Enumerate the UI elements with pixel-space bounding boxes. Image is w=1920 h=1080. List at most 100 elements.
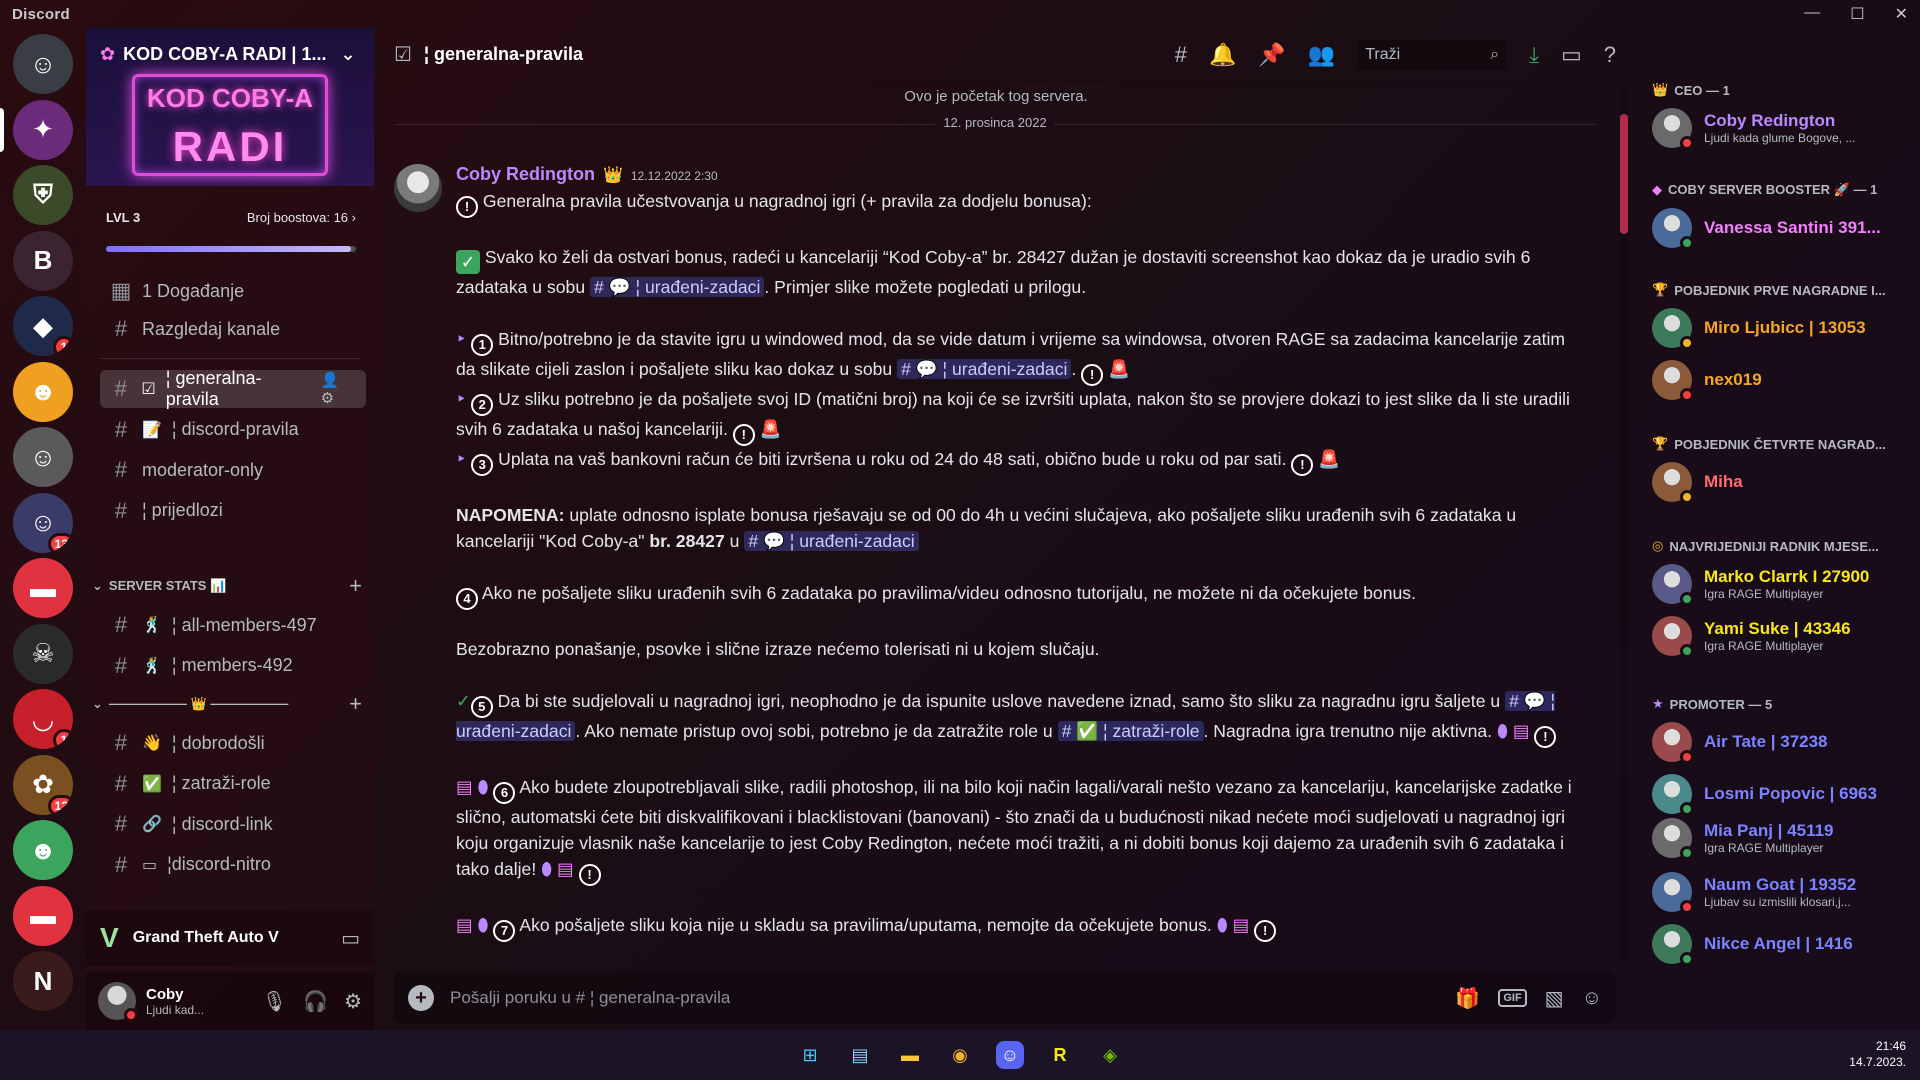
chrome-icon[interactable]: ◉ [946, 1041, 974, 1069]
server-icon[interactable]: ▬ [13, 885, 73, 946]
browse-channels-item[interactable]: # Razgledaj kanale [100, 310, 366, 348]
gif-icon[interactable]: GIF [1498, 989, 1527, 1007]
boost-status[interactable]: LVL 3 Broj boostova: 16 › [106, 210, 356, 225]
member-item[interactable]: Vanessa Santini 391... [1652, 206, 1916, 250]
system-clock[interactable]: 21:46 14.7.2023. [1849, 1038, 1906, 1070]
channel-mention[interactable]: # ✅ ¦ zatraži-role [1057, 721, 1204, 741]
search-input[interactable]: Traži ⌕ [1357, 39, 1508, 70]
crown-icon: 👑 [602, 167, 623, 184]
member-item[interactable]: Losmi Popovic | 6963 [1652, 772, 1916, 816]
deafen-icon[interactable]: 🎧 [303, 989, 328, 1014]
server-icon[interactable]: N [13, 951, 73, 1011]
channel-item[interactable]: # 📝 ¦ discord-pravila [100, 411, 366, 449]
gear-icon[interactable]: ⚙ [344, 989, 362, 1014]
pin-icon[interactable]: 📌 [1258, 42, 1285, 68]
help-icon[interactable]: ? [1604, 42, 1616, 68]
server-icon[interactable]: ☺ [13, 34, 73, 94]
server-icon[interactable]: ☻ [13, 361, 73, 422]
clock-date: 14.7.2023. [1849, 1055, 1906, 1069]
user-info[interactable]: Coby Ljudi kad... [146, 986, 204, 1017]
member-avatar [1652, 360, 1694, 402]
member-item[interactable]: Miha [1652, 460, 1916, 504]
stream-icon[interactable]: ▭ [341, 926, 360, 951]
user-avatar[interactable] [98, 982, 138, 1022]
activity-panel[interactable]: V Grand Theft Auto V ▭ [86, 910, 374, 966]
chevron-down-icon: ⌄ [92, 696, 103, 711]
add-channel-icon[interactable]: + [349, 573, 362, 599]
channel-item[interactable]: # ✅ ¦ zatraži-role [100, 765, 366, 803]
status-indicator [1680, 236, 1694, 250]
channel-mention[interactable]: # 💬 ¦ urađeni-zadaci [590, 277, 765, 297]
server-icon[interactable]: ☻ [13, 820, 73, 880]
channel-mention[interactable]: # 💬 ¦ urađeni-zadaci [897, 359, 1072, 379]
server-banner[interactable]: ✿ KOD COBY-A RADI | 1... ⌄ KOD COBY-A RA… [86, 28, 374, 186]
server-icon[interactable]: ▬ [13, 558, 73, 618]
gift-icon[interactable]: 🎁 [1455, 986, 1480, 1011]
threads-icon[interactable]: # [1175, 42, 1187, 68]
member-avatar [1652, 108, 1694, 150]
member-item[interactable]: Yami Suke | 43346 Igra RAGE Multiplayer [1652, 614, 1916, 658]
member-item[interactable]: Nikce Angel | 1416 [1652, 922, 1916, 966]
discord-taskbar-icon[interactable]: ☺ [996, 1041, 1024, 1069]
server-icon[interactable]: ☠ [13, 623, 73, 684]
notepad-icon[interactable]: ▤ [846, 1041, 874, 1069]
server-icon[interactable]: ◡ 1 [13, 689, 73, 749]
channel-settings-icons[interactable]: 👤 ⚙ [321, 371, 356, 407]
channel-item[interactable]: # 🕺 ¦ all-members-497 [100, 606, 366, 644]
channel-item[interactable]: # 👋 ¦ dobrodošli [100, 724, 366, 762]
member-item[interactable]: nex019 [1652, 358, 1916, 402]
windows-start-icon[interactable]: ⊞ [796, 1041, 824, 1069]
msg-line: ‣ 3 Uplata na vaš bankovni račun će biti… [456, 446, 1586, 476]
exclamation-icon: ! [1081, 364, 1104, 386]
category-crown[interactable]: ⌄ —————— 👑 —————— + [92, 691, 362, 717]
server-icon[interactable]: ◆ 1 [13, 296, 73, 356]
chat-scrollbar[interactable] [1620, 88, 1628, 960]
folder-icon: ▬ [30, 900, 56, 930]
member-item[interactable]: Air Tate | 37238 [1652, 720, 1916, 764]
server-icon[interactable]: ✿ 12 [13, 754, 73, 815]
rage-mp-icon[interactable]: R [1046, 1041, 1074, 1069]
file-explorer-icon[interactable]: ▬ [896, 1041, 924, 1069]
maximize-icon[interactable]: ☐ [1850, 4, 1864, 24]
composer-input[interactable]: Pošalji poruku u # ¦ generalna-pravila [450, 988, 730, 1008]
members-icon[interactable]: 👥 [1308, 42, 1335, 68]
channel-item[interactable]: # ¦ prijedlozi [100, 492, 366, 530]
channel-mention[interactable]: # 💬 ¦ urađeni-zadaci [744, 531, 919, 551]
member-item[interactable]: Miro Ljubicc | 13053 [1652, 306, 1916, 350]
mute-mic-icon[interactable]: 🎙 [262, 989, 287, 1014]
download-icon[interactable]: ⤓ [1529, 42, 1539, 68]
nvidia-icon[interactable]: ◈ [1096, 1041, 1124, 1069]
attach-plus-icon[interactable]: + [408, 985, 434, 1011]
cartoon-icon: ☻ [29, 376, 57, 406]
emoji-icon[interactable]: ☺ [1582, 987, 1602, 1010]
channel-emoji: 🕺 [142, 617, 162, 634]
channel-item[interactable]: # moderator-only [100, 451, 366, 489]
member-item[interactable]: Mia Panj | 45119 Igra RAGE Multiplayer [1652, 816, 1916, 860]
server-icon[interactable]: ☺ 13 [13, 492, 73, 553]
search-placeholder: Traži [1365, 45, 1401, 63]
member-item[interactable]: Marko Clarrk I 27900 Igra RAGE Multiplaye… [1652, 562, 1916, 606]
sticker-icon[interactable]: ▧ [1545, 986, 1564, 1011]
server-name-header[interactable]: ✿ KOD COBY-A RADI | 1... ⌄ [100, 44, 356, 65]
author-name[interactable]: Coby Redington [456, 164, 595, 185]
channel-item[interactable]: # ☑ ¦ generalna-pravila 👤 ⚙ [100, 368, 366, 409]
minimize-icon[interactable]: — [1804, 4, 1820, 24]
server-icon[interactable]: B [13, 230, 73, 291]
message-composer[interactable]: + Pošalji poruku u # ¦ generalna-pravila… [394, 972, 1616, 1024]
member-avatar [1652, 722, 1694, 764]
server-icon[interactable]: ☺ [13, 427, 73, 487]
member-item[interactable]: Coby Redington Ljudi kada glume Bogove, .… [1652, 106, 1916, 150]
close-icon[interactable]: ✕ [1895, 4, 1908, 24]
category-server-stats[interactable]: ⌄ SERVER STATS 📊 + [92, 573, 362, 599]
channel-item[interactable]: # 🔗 ¦ discord-link [100, 805, 366, 843]
inbox-icon[interactable]: ▭ [1561, 42, 1582, 68]
channel-item[interactable]: # ▭ ¦discord-nitro [100, 846, 366, 884]
server-icon[interactable]: ✦ [13, 99, 73, 160]
author-avatar[interactable] [394, 164, 442, 212]
server-icon[interactable]: ⛨ [13, 165, 73, 225]
bell-icon[interactable]: 🔔 [1209, 42, 1236, 68]
add-channel-icon[interactable]: + [349, 691, 362, 717]
channel-item[interactable]: # 🕺 ¦ members-492 [100, 647, 366, 685]
member-item[interactable]: Naum Goat | 19352 Ljubav su izmislili klo… [1652, 870, 1916, 914]
events-item[interactable]: ▦ 1 Događanje [100, 272, 366, 310]
